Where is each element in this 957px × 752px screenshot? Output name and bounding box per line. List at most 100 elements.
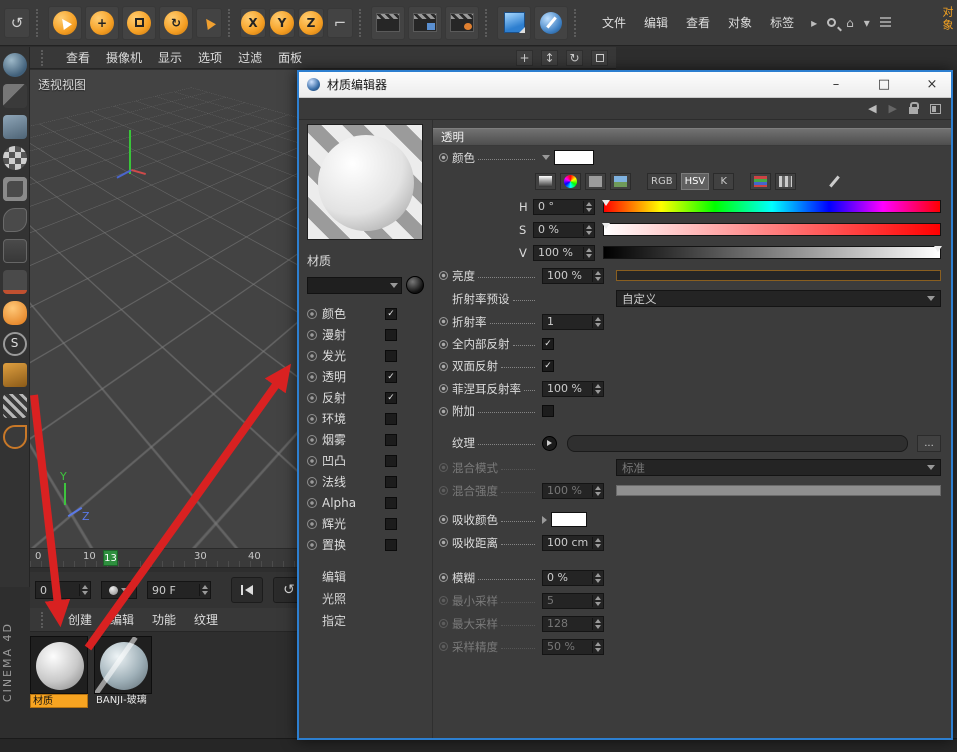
channel-checkbox[interactable] xyxy=(385,497,397,509)
brightness-slider[interactable] xyxy=(616,270,941,281)
animation-dot-icon[interactable] xyxy=(439,573,448,582)
menu-view[interactable]: 查看 xyxy=(686,14,710,31)
color-expand-icon[interactable] xyxy=(542,155,550,160)
channel-checkbox[interactable] xyxy=(385,350,397,362)
refraction-field[interactable]: 1 xyxy=(542,314,604,330)
material-name-label[interactable]: BANJI-玻璃 xyxy=(94,694,152,708)
channel-checkbox[interactable]: ✓ xyxy=(385,392,397,404)
last-tool[interactable] xyxy=(196,8,222,38)
render-view-button[interactable] xyxy=(371,6,405,40)
absorption-color-swatch[interactable] xyxy=(551,512,587,527)
vp-menu-filter[interactable]: 过滤 xyxy=(238,49,262,66)
end-frame-field[interactable]: 90 F xyxy=(147,581,211,599)
channel-dot-icon[interactable] xyxy=(307,330,317,340)
add-primitive-cube-button[interactable] xyxy=(497,6,531,40)
lock-y-axis-button[interactable]: Y xyxy=(269,8,295,38)
animation-dot-icon[interactable] xyxy=(439,340,448,349)
channel-label[interactable]: 置换 xyxy=(322,536,380,553)
render-picture-viewer-button[interactable] xyxy=(408,6,442,40)
magnet-tool-icon[interactable] xyxy=(3,270,27,294)
value-field[interactable]: 100 % xyxy=(533,245,595,261)
channel-label[interactable]: 法线 xyxy=(322,473,380,490)
color-wheel-icon[interactable] xyxy=(560,173,581,190)
texture-browse-button[interactable]: ... xyxy=(917,435,941,452)
spline-tool-icon[interactable] xyxy=(3,425,27,449)
vp-menu-view[interactable]: 查看 xyxy=(66,49,90,66)
checker-sphere-icon[interactable] xyxy=(3,146,27,170)
channel-checkbox[interactable] xyxy=(385,518,397,530)
animation-dot-icon[interactable] xyxy=(439,362,448,371)
dock-panel-icon[interactable] xyxy=(930,104,941,114)
animation-dot-icon[interactable] xyxy=(439,153,448,162)
gradient-picker-icon[interactable] xyxy=(535,173,556,190)
toolbar-grip[interactable] xyxy=(36,9,42,37)
stripes-tool-icon[interactable] xyxy=(3,394,27,418)
channel-label[interactable]: 辉光 xyxy=(322,515,380,532)
right-panel-tab-objects[interactable]: 对象 xyxy=(939,6,955,32)
menu-file[interactable]: 文件 xyxy=(602,14,626,31)
kelvin-mode-button[interactable]: K xyxy=(713,173,734,190)
hue-gradient-bar[interactable] xyxy=(603,200,941,213)
vp-menu-options[interactable]: 选项 xyxy=(198,49,222,66)
undo-icon[interactable]: ↺ xyxy=(4,8,30,38)
material-thumbnail[interactable] xyxy=(94,636,152,694)
home-icon[interactable]: ⌂ xyxy=(846,16,854,30)
channel-dot-icon[interactable] xyxy=(307,540,317,550)
current-frame-marker[interactable]: 13 xyxy=(103,550,118,566)
channel-checkbox[interactable] xyxy=(385,455,397,467)
channel-dot-icon[interactable] xyxy=(307,372,317,382)
mode-illumination[interactable]: 光照 xyxy=(307,587,424,609)
render-settings-button[interactable] xyxy=(445,6,479,40)
channel-checkbox[interactable] xyxy=(385,539,397,551)
tir-checkbox[interactable]: ✓ xyxy=(542,338,554,350)
material-item[interactable]: BANJI-玻璃 xyxy=(94,636,152,708)
channel-checkbox[interactable]: ✓ xyxy=(385,371,397,383)
rotate-tool[interactable]: ↻ xyxy=(159,6,193,40)
vp-menu-display[interactable]: 显示 xyxy=(158,49,182,66)
channel-dot-icon[interactable] xyxy=(307,519,317,529)
toolbar-grip[interactable] xyxy=(359,9,365,37)
texture-field[interactable] xyxy=(567,435,908,452)
paint-tool-button[interactable] xyxy=(534,6,568,40)
paint-bucket-icon[interactable] xyxy=(3,363,27,387)
search-icon[interactable] xyxy=(827,18,836,27)
saturation-gradient-bar[interactable] xyxy=(603,223,941,236)
chevron-down-icon[interactable]: ▾ xyxy=(864,16,870,30)
vp-menu-panel[interactable]: 面板 xyxy=(278,49,302,66)
minimize-button[interactable]: – xyxy=(825,77,847,92)
globe-tool-icon[interactable] xyxy=(3,53,27,77)
animation-dot-icon[interactable] xyxy=(439,271,448,280)
material-name-field[interactable] xyxy=(307,277,402,294)
channel-label[interactable]: 烟雾 xyxy=(322,431,380,448)
channel-checkbox[interactable] xyxy=(385,434,397,446)
channel-dot-icon[interactable] xyxy=(307,414,317,424)
channel-label[interactable]: Alpha xyxy=(322,496,380,510)
maximize-button[interactable]: □ xyxy=(873,77,895,92)
menu-tags[interactable]: 标签 xyxy=(770,14,794,31)
absorption-expand-icon[interactable] xyxy=(542,516,547,524)
image-picker-icon[interactable] xyxy=(610,173,631,190)
animation-dot-icon[interactable] xyxy=(439,515,448,524)
menu-overflow-icon[interactable]: ▸ xyxy=(811,16,817,30)
rotate-view-icon[interactable]: ↻ xyxy=(566,50,583,66)
mat-menu-texture[interactable]: 纹理 xyxy=(194,611,218,628)
menu-edit[interactable]: 编辑 xyxy=(644,14,668,31)
scale-tool[interactable] xyxy=(122,6,156,40)
channel-checkbox[interactable] xyxy=(385,476,397,488)
channel-label[interactable]: 颜色 xyxy=(322,305,380,322)
channel-dot-icon[interactable] xyxy=(307,498,317,508)
knife-tool-icon[interactable] xyxy=(3,84,27,108)
material-name[interactable]: 材质 xyxy=(307,252,424,269)
deformer-tool-icon[interactable] xyxy=(3,208,27,232)
channel-label[interactable]: 环境 xyxy=(322,410,380,427)
animation-dot-icon[interactable] xyxy=(439,407,448,416)
channel-checkbox[interactable]: ✓ xyxy=(385,308,397,320)
channel-dot-icon[interactable] xyxy=(307,477,317,487)
history-forward-icon[interactable]: ▶ xyxy=(889,102,897,115)
texture-expand-icon[interactable] xyxy=(542,436,557,451)
dialog-titlebar[interactable]: 材质编辑器 – □ × xyxy=(299,72,951,98)
channel-dot-icon[interactable] xyxy=(307,351,317,361)
zoom-view-icon[interactable]: ↕ xyxy=(541,50,558,66)
channel-checkbox[interactable] xyxy=(385,329,397,341)
swatches-mode-icon[interactable] xyxy=(775,173,796,190)
